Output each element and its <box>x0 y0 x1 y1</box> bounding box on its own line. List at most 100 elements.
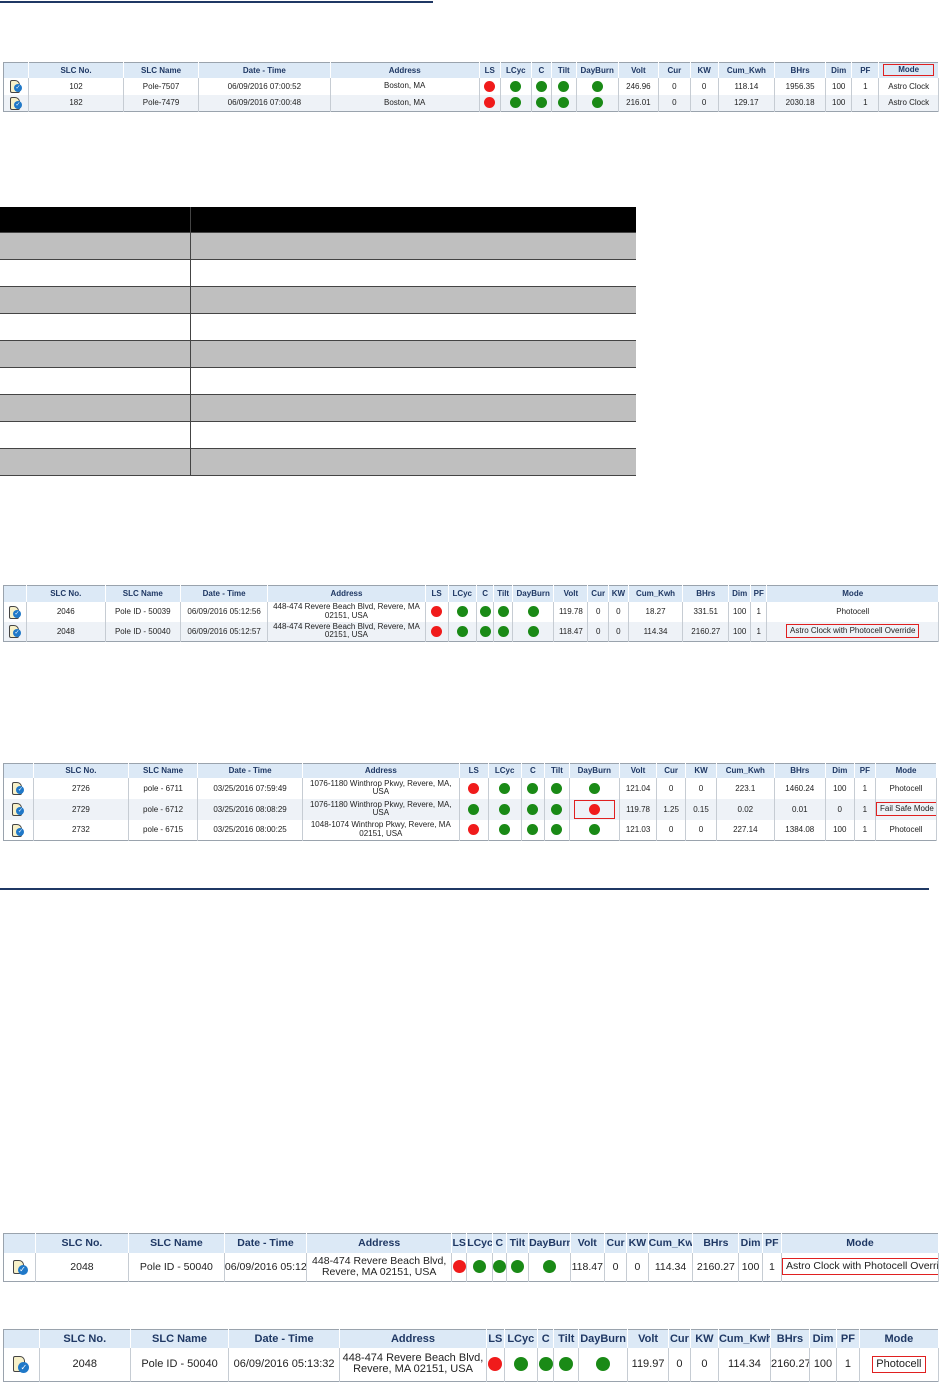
column-header-slc-no[interactable]: SLC No. <box>39 1329 131 1348</box>
status-icon-cell[interactable]: ✓ <box>3 777 34 799</box>
column-header-lcyc[interactable]: LCyc <box>448 585 477 602</box>
column-header-mode[interactable]: Mode <box>781 1233 940 1253</box>
column-header-volt[interactable]: Volt <box>570 1233 605 1253</box>
column-header-tilt[interactable]: Tilt <box>553 1329 580 1348</box>
column-header-tilt[interactable]: Tilt <box>493 585 513 602</box>
column-header-slc-no[interactable]: SLC No. <box>33 763 129 778</box>
column-header-tilt[interactable]: Tilt <box>551 62 577 78</box>
column-header-bhrs[interactable]: BHrs <box>682 585 730 602</box>
column-header-mode[interactable]: Mode <box>875 763 937 778</box>
column-header-kw[interactable]: KW <box>608 585 629 602</box>
status-icon-cell[interactable]: ✓ <box>3 819 34 841</box>
column-header-kw[interactable]: KW <box>690 62 719 78</box>
column-header-volt[interactable]: Volt <box>627 1329 670 1348</box>
column-header-tilt[interactable]: Tilt <box>544 763 570 778</box>
column-header-date-time[interactable]: Date - Time <box>228 1329 340 1348</box>
column-header-cur[interactable]: Cur <box>587 585 610 602</box>
column-header-slc-name[interactable]: SLC Name <box>128 763 199 778</box>
document-check-icon[interactable]: ✓ <box>11 802 25 816</box>
column-header-cur[interactable]: Cur <box>668 1329 691 1348</box>
column-header-lcyc[interactable]: LCyc <box>500 62 532 78</box>
table-row[interactable]: ✓ 2048Pole ID - 5004006/09/2016 05:12:574… <box>3 1252 940 1282</box>
document-check-icon[interactable]: ✓ <box>9 79 23 93</box>
column-header-slc-name[interactable]: SLC Name <box>123 62 200 78</box>
column-header-c[interactable]: C <box>537 1329 555 1348</box>
column-header-pf[interactable]: PF <box>851 62 880 78</box>
status-icon-cell[interactable]: ✓ <box>3 1347 40 1382</box>
column-header-pf[interactable]: PF <box>854 763 877 778</box>
column-header-tilt[interactable]: Tilt <box>506 1233 530 1253</box>
column-header-volt[interactable]: Volt <box>619 763 658 778</box>
column-header-bhrs[interactable]: BHrs <box>692 1233 740 1253</box>
table-row[interactable]: ✓ 2048Pole ID - 5004006/09/2016 05:12:574… <box>3 621 939 642</box>
column-header-address[interactable]: Address <box>302 763 460 778</box>
column-header-c[interactable]: C <box>521 763 546 778</box>
column-header-pf[interactable]: PF <box>836 1329 860 1348</box>
table-row[interactable]: ✓ 102 Pole-7507 06/09/2016 07:00:52 Boston, … <box>3 77 939 95</box>
column-header-address[interactable]: Address <box>306 1233 453 1253</box>
column-header-slc-name[interactable]: SLC Name <box>130 1329 230 1348</box>
column-header-dayburn[interactable]: DayBurn <box>578 1329 628 1348</box>
column-header-date-time[interactable]: Date - Time <box>180 585 269 602</box>
column-header-mode[interactable]: Mode <box>859 1329 940 1348</box>
status-icon-cell[interactable]: ✓ <box>3 1252 37 1282</box>
column-header-ls[interactable]: LS <box>479 62 501 78</box>
column-header-cur[interactable]: Cur <box>658 62 691 78</box>
document-check-icon[interactable]: ✓ <box>8 624 22 639</box>
column-header-dayburn[interactable]: DayBurn <box>569 763 620 778</box>
document-check-icon[interactable]: ✓ <box>11 823 25 837</box>
column-header-slc-name[interactable]: SLC Name <box>128 1233 225 1253</box>
document-check-icon[interactable]: ✓ <box>12 1355 30 1374</box>
column-header-slc-no[interactable]: SLC No. <box>26 585 106 602</box>
column-header-slc-name[interactable]: SLC Name <box>105 585 181 602</box>
column-header-c[interactable]: C <box>476 585 495 602</box>
column-header-date-time[interactable]: Date - Time <box>198 62 331 78</box>
column-header-dim[interactable]: Dim <box>809 1329 838 1348</box>
column-header-pf[interactable]: PF <box>750 585 768 602</box>
column-header-mode[interactable]: Mode <box>766 585 939 602</box>
column-header-slc-no[interactable]: SLC No. <box>28 62 124 78</box>
column-header-dayburn[interactable]: DayBurn <box>528 1233 571 1253</box>
status-icon-cell[interactable]: ✓ <box>3 601 27 622</box>
column-header-kw[interactable]: KW <box>690 1329 719 1348</box>
column-header-slc-no[interactable]: SLC No. <box>35 1233 129 1253</box>
column-header-bhrs[interactable]: BHrs <box>774 763 826 778</box>
column-header-lcyc[interactable]: LCyc <box>504 1329 539 1348</box>
column-header-ls[interactable]: LS <box>451 1233 468 1253</box>
column-header-ls[interactable]: LS <box>486 1329 505 1348</box>
column-header-dim[interactable]: Dim <box>738 1233 763 1253</box>
column-header-kw[interactable]: KW <box>626 1233 649 1253</box>
table-row[interactable]: ✓ 2048 Pole ID - 50040 06/09/2016 05:13:32 4… <box>3 1347 940 1382</box>
column-header-cum-kwh[interactable]: Cum_Kwh <box>718 62 776 78</box>
status-icon-cell[interactable]: ✓ <box>3 798 34 820</box>
column-header-mode[interactable]: Mode <box>878 62 939 78</box>
column-header-c[interactable]: C <box>531 62 552 78</box>
column-header-address[interactable]: Address <box>330 62 480 78</box>
column-header-lcyc[interactable]: LCyc <box>488 763 522 778</box>
table-row[interactable]: ✓ 182 Pole-7479 06/09/2016 07:00:48 Boston, … <box>3 94 939 112</box>
column-header-dim[interactable]: Dim <box>825 62 853 78</box>
table-row[interactable]: ✓ 2046 Pole ID - 50039 06/09/2016 05:12:56 4… <box>3 601 939 622</box>
column-header-dayburn[interactable]: DayBurn <box>576 62 619 78</box>
table-row[interactable]: ✓ 2732 pole - 6715 03/25/2016 08:00:25 1048-… <box>3 819 937 841</box>
column-header-address[interactable]: Address <box>267 585 426 602</box>
document-check-icon[interactable]: ✓ <box>9 96 23 110</box>
column-header-pf[interactable]: PF <box>762 1233 782 1253</box>
column-header-lcyc[interactable]: LCyc <box>466 1233 493 1253</box>
table-row[interactable]: ✓ 2729 pole - 6712 03/25/2016 08:08:29 1076-… <box>3 798 937 820</box>
column-header-cum-kwh[interactable]: Cum_Kwh <box>716 763 775 778</box>
column-header-cum-kwh[interactable]: Cum_Kwh <box>648 1233 694 1253</box>
document-check-icon[interactable]: ✓ <box>11 781 25 795</box>
status-icon-cell[interactable]: ✓ <box>3 94 30 112</box>
column-header-kw[interactable]: KW <box>685 763 717 778</box>
column-header-volt[interactable]: Volt <box>618 62 660 78</box>
column-header-ls[interactable]: LS <box>459 763 489 778</box>
column-header-cum-kwh[interactable]: Cum_Kwh <box>628 585 684 602</box>
column-header-dayburn[interactable]: DayBurn <box>512 585 555 602</box>
column-header-dim[interactable]: Dim <box>825 763 855 778</box>
column-header-cum-kwh[interactable]: Cum_Kwh <box>718 1329 771 1348</box>
column-header-cur[interactable]: Cur <box>604 1233 628 1253</box>
document-check-icon[interactable]: ✓ <box>12 1259 28 1275</box>
table-row[interactable]: ✓ 2726 pole - 6711 03/25/2016 07:59:49 1076-… <box>3 777 937 799</box>
status-icon-cell[interactable]: ✓ <box>3 621 27 642</box>
